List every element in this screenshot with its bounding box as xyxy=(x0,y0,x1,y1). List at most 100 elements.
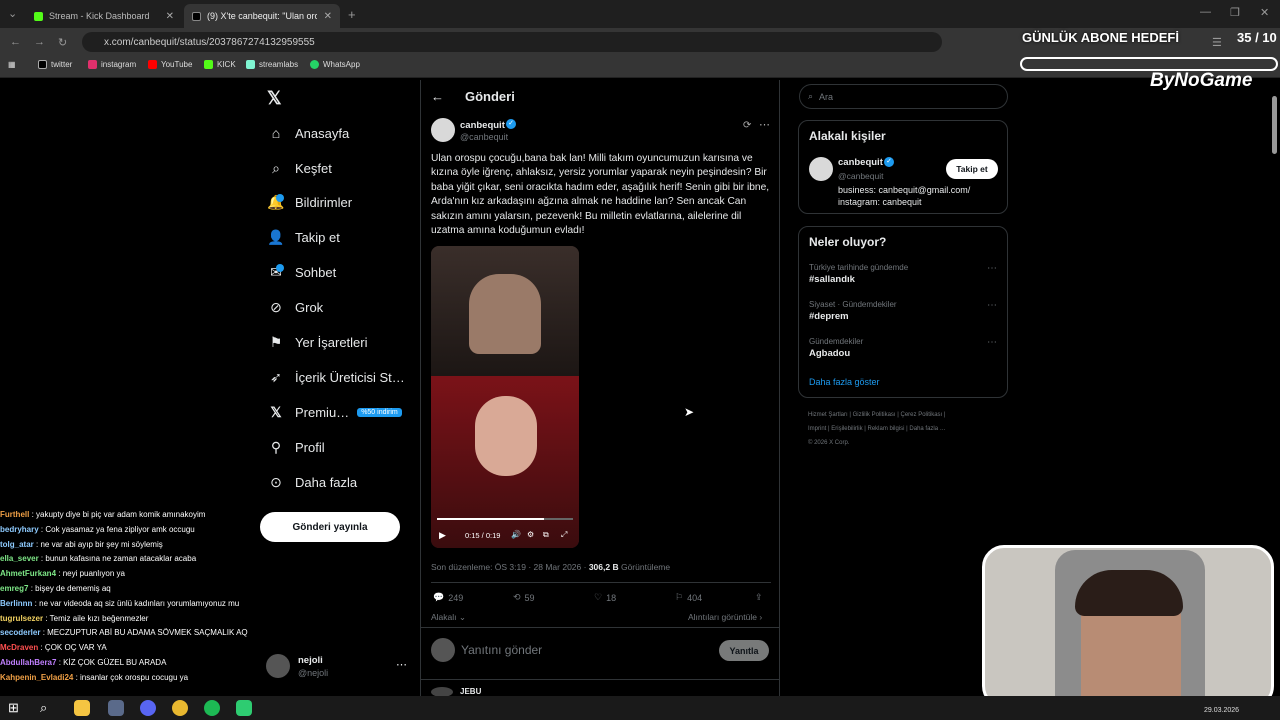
back-icon[interactable]: ← xyxy=(431,89,444,104)
new-tab-icon[interactable]: + xyxy=(348,7,356,22)
tab-label: (9) X'te canbequit: "Ulan orosp… xyxy=(207,11,317,21)
show-more-link[interactable]: Daha fazla göster xyxy=(809,377,880,387)
trend-meta: Gündemdekiler xyxy=(809,337,864,346)
video-progress-track[interactable] xyxy=(437,518,573,520)
sidebar-item-messages[interactable]: ✉ Sohbet xyxy=(268,260,336,284)
related-person-handle: @canbequit xyxy=(838,171,884,181)
more-icon[interactable]: ⋯ xyxy=(396,658,407,671)
trend-item[interactable]: Gündemdekiler Agbadou ⋯ xyxy=(809,337,999,359)
bookmark-kick[interactable]: KICK xyxy=(204,60,236,69)
search-icon[interactable]: ⌕ xyxy=(40,700,56,716)
chat-sep: : xyxy=(56,569,63,579)
minimize-icon[interactable]: — xyxy=(1200,6,1211,18)
reply-action[interactable]: 💬 249 xyxy=(433,592,463,603)
file-explorer-icon[interactable] xyxy=(74,700,90,716)
reply-button[interactable]: Yanıtla xyxy=(719,640,769,661)
tab-list-icon[interactable]: ⌄ xyxy=(8,7,17,20)
spotify-icon[interactable] xyxy=(204,700,220,716)
tab-x-post[interactable]: (9) X'te canbequit: "Ulan orosp… ✕ xyxy=(184,4,340,28)
sidebar-item-more[interactable]: ⊙ Daha fazla xyxy=(268,470,357,494)
search-input[interactable]: ⌕ Ara xyxy=(799,84,1008,109)
bookmark-action[interactable]: ⚐ 404 xyxy=(675,592,702,603)
more-icon[interactable]: ⋯ xyxy=(759,118,770,131)
footer-link[interactable]: Çerez Politikası xyxy=(901,412,943,418)
sidebar-item-explore[interactable]: ⌕ Keşfet xyxy=(268,156,332,180)
sidebar-item-home[interactable]: ⌂ Anasayfa xyxy=(268,121,349,145)
volume-icon[interactable]: 🔊 xyxy=(511,530,521,539)
sidebar-item-creator-studio[interactable]: ➶ İçerik Üreticisi St… xyxy=(268,365,405,389)
reply-divider xyxy=(421,627,779,628)
url-bar[interactable]: x.com/canbequit/status/20378672741329595… xyxy=(82,32,942,52)
footer-link[interactable]: Hizmet Şartları xyxy=(808,412,848,418)
kick-icon xyxy=(204,60,213,69)
bookmark-streamlabs[interactable]: streamlabs xyxy=(246,60,298,69)
footer-link[interactable]: Reklam bilgisi xyxy=(868,426,905,432)
bookmark-instagram[interactable]: instagram xyxy=(88,60,136,69)
app-icon[interactable] xyxy=(108,700,124,716)
view-quotes-link[interactable]: Alıntıları görüntüle › xyxy=(688,612,762,622)
premium-discount-badge: %50 indirim xyxy=(357,407,402,417)
back-icon[interactable]: ← xyxy=(10,36,21,48)
apps-icon[interactable]: ▦ xyxy=(8,60,16,69)
sidebar-item-profile[interactable]: ⚲ Profil xyxy=(268,435,325,459)
play-icon[interactable]: ▶ xyxy=(439,530,446,541)
restore-icon[interactable]: ❐ xyxy=(1230,6,1240,19)
bookmark-whatsapp[interactable]: WhatsApp xyxy=(310,60,360,69)
video-player[interactable]: ▶ 0:15 / 0:19 🔊 ⚙ ⧉ ⤢ xyxy=(431,246,579,548)
footer-link[interactable]: Daha fazla … xyxy=(909,426,945,432)
discord-icon[interactable] xyxy=(140,700,156,716)
sidebar-item-label: Bildirimler xyxy=(295,194,353,210)
share-action[interactable]: ⇪ xyxy=(755,592,763,603)
chat-user: emreg7 xyxy=(0,583,29,593)
sidebar-item-grok[interactable]: ⊘ Grok xyxy=(268,295,323,319)
like-action[interactable]: ♡ 18 xyxy=(594,592,616,603)
follow-button[interactable]: Takip et xyxy=(946,159,998,179)
reply-input[interactable]: Yanıtını gönder xyxy=(461,643,542,657)
footer-link[interactable]: Imprint xyxy=(808,426,826,432)
more-icon[interactable]: ⋯ xyxy=(987,337,997,348)
close-icon[interactable]: ✕ xyxy=(324,11,332,22)
trend-item[interactable]: Türkiye tarihinde gündemde #sallandık ⋯ xyxy=(809,263,999,285)
more-icon[interactable]: ⋯ xyxy=(987,263,997,274)
trend-item[interactable]: Siyaset · Gündemdekiler #deprem ⋯ xyxy=(809,300,999,322)
x-logo-icon[interactable]: 𝕏 xyxy=(267,88,282,109)
post-button[interactable]: Gönderi yayınla xyxy=(260,512,400,542)
bookmark-youtube[interactable]: YouTube xyxy=(148,60,192,69)
tab-kick-dashboard[interactable]: Stream - Kick Dashboard ✕ xyxy=(26,4,182,28)
menu-icon[interactable]: ☰ xyxy=(1212,36,1222,49)
settings-icon[interactable]: ⚙ xyxy=(527,530,534,539)
fullscreen-icon[interactable]: ⤢ xyxy=(561,530,567,540)
account-switcher[interactable]: nejoli @nejoli ⋯ xyxy=(266,654,410,682)
forward-icon[interactable]: → xyxy=(34,36,45,48)
close-icon[interactable]: ✕ xyxy=(166,11,174,22)
related-person-name[interactable]: canbequit xyxy=(838,157,883,168)
chat-text: ne var abi ayıp bir şey mi söylemiş xyxy=(40,539,163,549)
sidebar-item-follow[interactable]: 👤 Takip et xyxy=(267,225,340,249)
chrome-icon[interactable] xyxy=(172,700,188,716)
chat-message: Berlinnn : ne var videoda aq siz ünlü ka… xyxy=(0,597,260,612)
repost-action[interactable]: ⟲ 59 xyxy=(513,592,535,603)
footer-link[interactable]: Gizlilik Politikası xyxy=(853,412,896,418)
related-sort[interactable]: Alakalı ⌄ xyxy=(431,612,466,623)
url-text: x.com/canbequit/status/20378672741329595… xyxy=(104,36,315,48)
grok-icon[interactable]: ⟳ xyxy=(743,120,751,131)
heart-icon: ♡ xyxy=(594,592,603,602)
post-author[interactable]: canbequit ✓ @canbequit ⟳ ⋯ xyxy=(431,118,771,146)
meta-divider xyxy=(431,582,771,583)
sidebar-item-premium[interactable]: 𝕏 Premiu… %50 indirim xyxy=(268,400,402,424)
window-close-icon[interactable]: ✕ xyxy=(1260,6,1269,19)
chat-message: tolg_atar : ne var abi ayıp bir şey mi s… xyxy=(0,538,260,553)
reload-icon[interactable]: ↻ xyxy=(58,36,67,49)
app-icon[interactable] xyxy=(236,700,252,716)
more-icon[interactable]: ⋯ xyxy=(987,300,997,311)
sidebar-item-notifications[interactable]: 🔔 Bildirimler xyxy=(267,190,353,214)
bookmark-twitter[interactable]: twitter xyxy=(38,60,72,69)
chat-user: Berlinnn xyxy=(0,598,33,608)
footer-link[interactable]: Erişilebilirlik xyxy=(831,426,862,432)
trend-name: #deprem xyxy=(809,311,849,322)
sidebar-item-bookmarks[interactable]: ⚑ Yer İşaretleri xyxy=(268,330,368,354)
start-icon[interactable]: ⊞ xyxy=(8,700,24,716)
x-logo-icon: 𝕏 xyxy=(270,403,282,420)
pip-icon[interactable]: ⧉ xyxy=(543,530,549,540)
scrollbar[interactable] xyxy=(1272,96,1277,154)
